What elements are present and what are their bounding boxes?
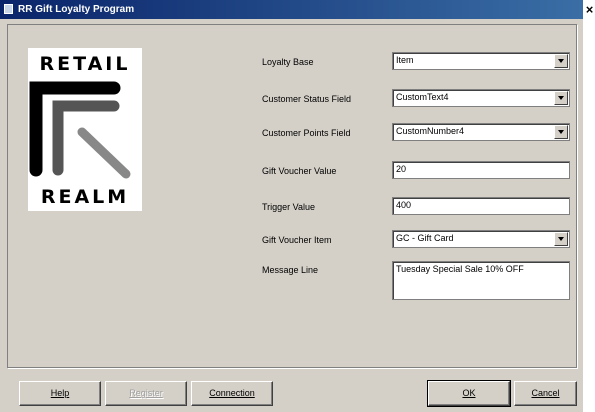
customer-points-field-label: Customer Points Field xyxy=(262,128,351,138)
trigger-value-label: Trigger Value xyxy=(262,202,316,212)
chevron-down-icon[interactable] xyxy=(554,54,568,68)
window-title: RR Gift Loyalty Program xyxy=(18,4,135,15)
loyalty-base-value: Item xyxy=(396,55,414,65)
chevron-down-icon[interactable] xyxy=(554,91,568,105)
message-line-label: Message Line xyxy=(262,265,319,275)
connection-button[interactable]: Connection xyxy=(191,381,273,406)
message-line-textarea[interactable]: Tuesday Special Sale 10% OFF xyxy=(392,261,570,300)
dialog-window: RR Gift Loyalty Program RETAIL REALM Loy… xyxy=(0,0,583,412)
gift-voucher-item-select[interactable]: GC - Gift Card xyxy=(392,230,570,248)
loyalty-base-label: Loyalty Base xyxy=(262,57,314,67)
customer-points-field-select[interactable]: CustomNumber4 xyxy=(392,123,570,141)
loyalty-base-select[interactable]: Item xyxy=(392,52,570,70)
register-button[interactable]: Register xyxy=(105,381,187,406)
customer-points-field-value: CustomNumber4 xyxy=(396,126,465,136)
retail-realm-logo: RETAIL REALM xyxy=(28,48,142,211)
app-icon xyxy=(4,4,13,14)
gift-voucher-item-value: GC - Gift Card xyxy=(396,233,454,243)
gift-voucher-item-label: Gift Voucher Item xyxy=(262,235,332,245)
cancel-button[interactable]: Cancel xyxy=(514,381,577,406)
customer-status-field-value: CustomText4 xyxy=(396,92,449,102)
title-bar[interactable]: RR Gift Loyalty Program xyxy=(0,0,583,19)
help-button[interactable]: Help xyxy=(19,381,101,406)
gift-voucher-value-input[interactable]: 20 xyxy=(392,161,570,179)
chevron-down-icon[interactable] xyxy=(554,125,568,139)
trigger-value-input[interactable]: 400 xyxy=(392,197,570,215)
chevron-down-icon[interactable] xyxy=(554,232,568,246)
gift-voucher-value-label: Gift Voucher Value xyxy=(262,166,337,176)
ok-button[interactable]: OK xyxy=(427,380,511,407)
logo-bottom-text: REALM xyxy=(40,186,130,208)
customer-status-field-label: Customer Status Field xyxy=(262,94,352,104)
close-icon[interactable]: × xyxy=(584,1,595,18)
customer-status-field-select[interactable]: CustomText4 xyxy=(392,89,570,107)
